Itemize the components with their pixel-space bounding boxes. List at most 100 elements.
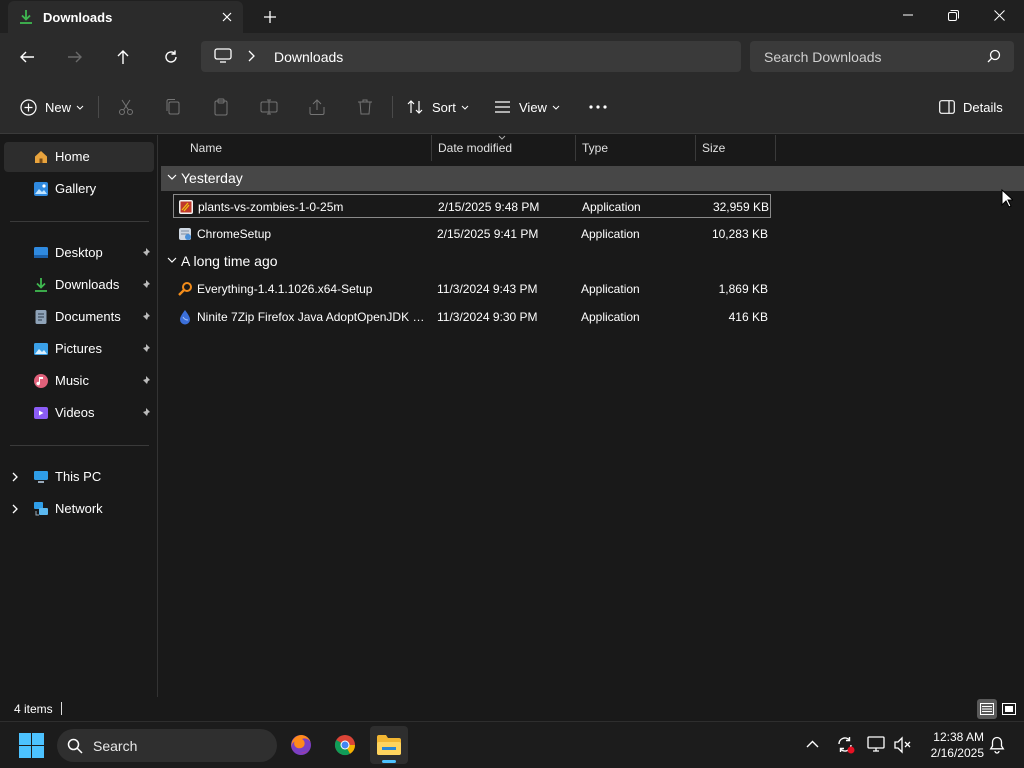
sidebar-item-documents[interactable]: Documents xyxy=(4,302,154,332)
file-date: 2/15/2025 9:48 PM xyxy=(438,200,540,214)
column-header-name[interactable]: Name xyxy=(159,135,431,161)
details-view-button[interactable] xyxy=(977,699,997,719)
documents-icon xyxy=(35,310,47,324)
sidebar-item-this-pc[interactable]: This PC xyxy=(4,462,154,492)
chevron-down-icon xyxy=(552,105,560,110)
column-header-size[interactable]: Size xyxy=(696,135,775,161)
file-row[interactable]: ChromeSetup 2/15/2025 9:41 PM Applicatio… xyxy=(173,222,771,246)
monitor-icon[interactable] xyxy=(867,736,887,754)
search-input[interactable]: Search Downloads xyxy=(764,49,882,65)
file-name: ChromeSetup xyxy=(197,227,272,241)
group-label: Yesterday xyxy=(181,170,243,186)
start-button[interactable] xyxy=(19,733,44,758)
new-button[interactable]: New xyxy=(20,96,84,118)
chevron-right-icon xyxy=(12,504,18,514)
notification-bell-icon[interactable] xyxy=(989,736,1005,754)
sync-icon[interactable] xyxy=(836,736,856,754)
chevron-down-icon xyxy=(167,174,177,180)
rename-icon[interactable] xyxy=(259,97,279,117)
search-box[interactable]: Search Downloads xyxy=(750,41,1014,72)
taskbar-file-explorer[interactable] xyxy=(370,726,408,764)
sidebar-item-videos[interactable]: Videos xyxy=(4,398,154,428)
new-label: New xyxy=(45,99,72,115)
sidebar-item-label: Pictures xyxy=(55,341,102,356)
active-indicator xyxy=(382,760,396,763)
chevron-up-icon[interactable] xyxy=(806,740,819,748)
refresh-button[interactable] xyxy=(157,43,185,71)
file-type: Application xyxy=(581,227,640,241)
restore-button[interactable] xyxy=(930,0,976,30)
close-icon xyxy=(993,9,1005,21)
view-button[interactable]: View xyxy=(494,96,560,118)
plus-icon xyxy=(264,11,276,23)
chevron-right-icon xyxy=(247,50,255,62)
sidebar-item-music[interactable]: Music xyxy=(4,366,154,396)
column-separator[interactable] xyxy=(775,135,776,161)
ninite-icon xyxy=(180,310,190,325)
file-row[interactable]: plants-vs-zombies-1-0-25m 2/15/2025 9:48… xyxy=(173,194,771,218)
share-icon[interactable] xyxy=(307,97,327,117)
tab-downloads[interactable]: Downloads xyxy=(8,1,243,33)
download-icon xyxy=(35,278,47,292)
column-header-type[interactable]: Type xyxy=(576,135,695,161)
sort-button[interactable]: Sort xyxy=(407,96,469,118)
details-button[interactable]: Details xyxy=(939,96,1003,118)
file-row[interactable]: Everything-1.4.1.1026.x64-Setup 11/3/202… xyxy=(173,277,771,301)
file-name: Everything-1.4.1.1026.x64-Setup xyxy=(197,282,373,296)
file-row[interactable]: Ninite 7Zip Firefox Java AdoptOpenJDK x.… xyxy=(173,305,771,329)
column-label: Size xyxy=(702,141,726,155)
tiles-view-button[interactable] xyxy=(999,699,1019,719)
file-date: 11/3/2024 9:30 PM xyxy=(437,310,538,324)
more-options-button[interactable] xyxy=(589,96,607,118)
address-bar[interactable]: Downloads xyxy=(201,41,741,72)
monitor-icon xyxy=(214,48,232,64)
minimize-button[interactable] xyxy=(885,0,931,30)
videos-icon xyxy=(34,407,48,419)
breadcrumb-downloads[interactable]: Downloads xyxy=(274,49,343,65)
taskbar-search[interactable]: Search xyxy=(57,729,277,762)
mouse-cursor-icon xyxy=(1001,189,1013,208)
paste-icon[interactable] xyxy=(211,97,231,117)
close-icon xyxy=(222,12,232,22)
clock[interactable]: 12:38 AM 2/16/2025 xyxy=(922,729,984,761)
computer-icon xyxy=(34,471,48,483)
column-header-date[interactable]: Date modified xyxy=(432,135,575,161)
group-header-yesterday[interactable]: Yesterday xyxy=(161,166,1024,191)
taskbar-firefox[interactable] xyxy=(282,726,320,764)
close-window-button[interactable] xyxy=(976,0,1022,30)
installer-icon xyxy=(179,228,191,240)
sidebar-item-downloads[interactable]: Downloads xyxy=(4,270,154,300)
desktop-icon xyxy=(34,247,48,258)
copy-icon[interactable] xyxy=(163,97,183,117)
search-icon xyxy=(987,49,1001,63)
windows-logo-icon xyxy=(19,733,44,758)
column-label: Name xyxy=(190,141,223,155)
back-button[interactable] xyxy=(13,43,41,71)
view-list-icon xyxy=(495,101,510,113)
pin-icon xyxy=(142,408,150,417)
sidebar-item-pictures[interactable]: Pictures xyxy=(4,334,154,364)
delete-icon[interactable] xyxy=(355,97,375,117)
up-button[interactable] xyxy=(109,43,137,71)
sidebar-item-desktop[interactable]: Desktop xyxy=(4,238,154,268)
new-tab-button[interactable] xyxy=(258,6,282,28)
sidebar-item-network[interactable]: Network xyxy=(4,494,154,524)
divider xyxy=(61,702,62,715)
file-date: 2/15/2025 9:41 PM xyxy=(437,227,539,241)
chevron-down-icon xyxy=(167,257,177,263)
group-label: A long time ago xyxy=(181,253,278,269)
volume-muted-icon[interactable] xyxy=(893,736,913,754)
group-header-a-long-time-ago[interactable]: A long time ago xyxy=(161,249,1024,274)
sort-label: Sort xyxy=(432,99,456,115)
tab-close-button[interactable] xyxy=(216,7,238,27)
taskbar-chrome[interactable] xyxy=(326,726,364,764)
forward-button[interactable] xyxy=(61,43,89,71)
sidebar-item-home[interactable]: Home xyxy=(4,142,154,172)
home-icon xyxy=(35,151,47,163)
sidebar-item-gallery[interactable]: Gallery xyxy=(4,174,154,204)
cut-icon[interactable] xyxy=(116,97,136,117)
chevron-down-icon xyxy=(461,105,469,110)
view-label: View xyxy=(519,99,547,115)
file-name: Ninite 7Zip Firefox Java AdoptOpenJDK x.… xyxy=(197,310,427,324)
minimize-icon xyxy=(903,14,913,16)
